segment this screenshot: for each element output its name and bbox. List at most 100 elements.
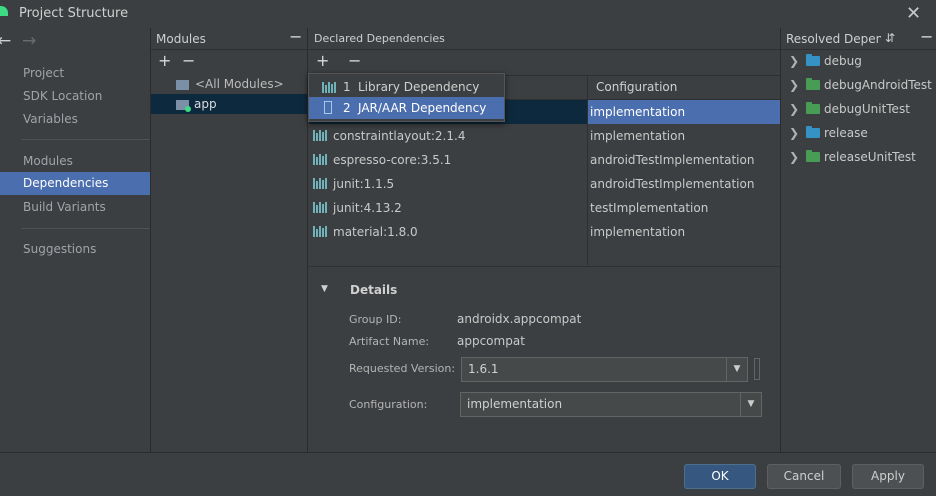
library-icon bbox=[313, 226, 327, 237]
collapse-modules-icon[interactable]: − bbox=[289, 27, 302, 46]
column-header-configuration[interactable]: Configuration bbox=[596, 80, 677, 94]
module-item-all-modules[interactable]: <All Modules> bbox=[151, 74, 307, 94]
module-label: app bbox=[194, 97, 217, 111]
details-title: Details bbox=[350, 283, 398, 297]
forward-arrow-icon[interactable]: → bbox=[22, 31, 36, 51]
remove-module-icon[interactable]: − bbox=[182, 51, 195, 70]
library-icon bbox=[313, 202, 327, 213]
chevron-right-icon[interactable]: ❯ bbox=[789, 73, 799, 97]
add-dependency-menu: 1 Library Dependency 2 JAR/AAR Dependenc… bbox=[308, 73, 505, 122]
tree-item-label: release bbox=[824, 126, 868, 140]
collapse-all-icon[interactable]: ⇵ bbox=[885, 31, 895, 45]
configuration-combo[interactable]: implementation ▼ bbox=[460, 392, 762, 417]
apply-button[interactable]: Apply bbox=[852, 464, 924, 489]
module-label: <All Modules> bbox=[195, 77, 284, 91]
dependency-configuration: implementation bbox=[590, 105, 686, 119]
menu-item-number: 1 bbox=[343, 80, 351, 94]
artifact-name-label: Artifact Name: bbox=[349, 335, 430, 348]
nav-item-variables[interactable]: Variables bbox=[0, 108, 150, 131]
footer-divider bbox=[0, 452, 936, 453]
cancel-button[interactable]: Cancel bbox=[767, 464, 841, 489]
menu-item-number: 2 bbox=[343, 101, 351, 115]
table-row[interactable]: junit:4.13.2 testImplementation bbox=[309, 196, 779, 220]
folder-icon bbox=[806, 54, 820, 66]
close-icon[interactable]: ✕ bbox=[906, 3, 921, 24]
version-extra-button[interactable] bbox=[754, 358, 760, 380]
nav-item-build-variants[interactable]: Build Variants bbox=[0, 196, 150, 219]
dependency-name: material:1.8.0 bbox=[333, 225, 418, 239]
dependency-configuration: implementation bbox=[590, 129, 686, 143]
tree-item-release[interactable]: ❯ release bbox=[781, 121, 936, 145]
collapse-details-icon[interactable]: ▼ bbox=[321, 284, 328, 294]
requested-version-combo[interactable]: 1.6.1 ▼ bbox=[461, 357, 748, 382]
nav-item-suggestions[interactable]: Suggestions bbox=[0, 238, 150, 261]
back-arrow-icon[interactable]: ← bbox=[0, 31, 11, 51]
declared-dependencies-header: Declared Dependencies bbox=[309, 29, 780, 49]
column-divider bbox=[587, 75, 588, 265]
configuration-label: Configuration: bbox=[349, 398, 428, 411]
dependency-name: junit:4.13.2 bbox=[333, 201, 402, 215]
nav-item-modules[interactable]: Modules bbox=[0, 150, 150, 173]
dependency-configuration: implementation bbox=[590, 225, 686, 239]
tree-item-debug-unit-test[interactable]: ❯ debugUnitTest bbox=[781, 97, 936, 121]
module-item-app[interactable]: app bbox=[151, 94, 307, 114]
folder-icon bbox=[806, 150, 820, 162]
nav-item-sdk-location[interactable]: SDK Location bbox=[0, 85, 150, 108]
library-icon bbox=[313, 154, 327, 165]
nav-separator bbox=[22, 139, 150, 140]
ok-button[interactable]: OK bbox=[684, 464, 756, 489]
declared-header-line bbox=[309, 49, 780, 50]
folder-icon bbox=[806, 78, 820, 90]
tree-item-debug-android-test[interactable]: ❯ debugAndroidTest bbox=[781, 73, 936, 97]
minimize-panel-icon[interactable]: − bbox=[920, 27, 933, 46]
chevron-right-icon[interactable]: ❯ bbox=[789, 97, 799, 121]
add-dependency-icon[interactable]: + bbox=[316, 51, 329, 70]
table-row[interactable]: espresso-core:3.5.1 androidTestImplement… bbox=[309, 148, 779, 172]
dependency-name: espresso-core:3.5.1 bbox=[333, 153, 452, 167]
tree-item-release-unit-test[interactable]: ❯ releaseUnitTest bbox=[781, 145, 936, 169]
table-row[interactable]: constraintlayout:2.1.4 implementation bbox=[309, 124, 779, 148]
tree-item-label: debugAndroidTest bbox=[824, 78, 932, 92]
chevron-right-icon[interactable]: ❯ bbox=[789, 49, 799, 73]
title-bar bbox=[0, 0, 936, 28]
dependency-name: junit:1.1.5 bbox=[333, 177, 395, 191]
dependency-configuration: androidTestImplementation bbox=[590, 177, 755, 191]
library-icon bbox=[313, 130, 327, 141]
tree-item-label: debugUnitTest bbox=[824, 102, 910, 116]
dependency-name: constraintlayout:2.1.4 bbox=[333, 129, 466, 143]
chevron-right-icon[interactable]: ❯ bbox=[789, 121, 799, 145]
window-title: Project Structure bbox=[19, 6, 129, 21]
dependency-configuration: androidTestImplementation bbox=[590, 153, 755, 167]
requested-version-label: Requested Version: bbox=[349, 362, 456, 375]
folder-icon bbox=[806, 102, 820, 114]
tree-item-label: debug bbox=[824, 54, 862, 68]
requested-version-value: 1.6.1 bbox=[468, 362, 499, 376]
table-bottom-line bbox=[309, 266, 780, 267]
menu-item-jar-aar-dependency[interactable]: 2 JAR/AAR Dependency bbox=[309, 97, 504, 119]
artifact-name-value: appcompat bbox=[457, 334, 525, 348]
dependency-configuration: testImplementation bbox=[590, 201, 709, 215]
folder-icon bbox=[806, 126, 820, 138]
group-id-label: Group ID: bbox=[349, 313, 402, 326]
library-icon bbox=[313, 178, 327, 189]
chevron-down-icon[interactable]: ▼ bbox=[726, 358, 747, 381]
nav-item-project[interactable]: Project bbox=[0, 62, 150, 85]
chevron-right-icon[interactable]: ❯ bbox=[789, 145, 799, 169]
nav-item-dependencies[interactable]: Dependencies bbox=[0, 172, 150, 195]
modules-icon bbox=[176, 80, 189, 90]
modules-header: Modules bbox=[151, 29, 307, 49]
nav-separator bbox=[22, 228, 150, 229]
android-badge-icon bbox=[185, 106, 191, 112]
menu-item-label: JAR/AAR Dependency bbox=[358, 101, 487, 115]
menu-item-library-dependency[interactable]: 1 Library Dependency bbox=[309, 76, 504, 98]
remove-dependency-icon[interactable]: − bbox=[348, 51, 361, 70]
table-row[interactable]: junit:1.1.5 androidTestImplementation bbox=[309, 172, 779, 196]
library-icon bbox=[322, 82, 336, 93]
menu-item-label: Library Dependency bbox=[358, 80, 480, 94]
chevron-down-icon[interactable]: ▼ bbox=[740, 393, 761, 416]
configuration-value: implementation bbox=[467, 397, 563, 411]
table-row[interactable]: material:1.8.0 implementation bbox=[309, 220, 779, 244]
tree-item-debug[interactable]: ❯ debug bbox=[781, 49, 936, 73]
add-module-icon[interactable]: + bbox=[158, 51, 171, 70]
jar-icon bbox=[324, 101, 332, 114]
